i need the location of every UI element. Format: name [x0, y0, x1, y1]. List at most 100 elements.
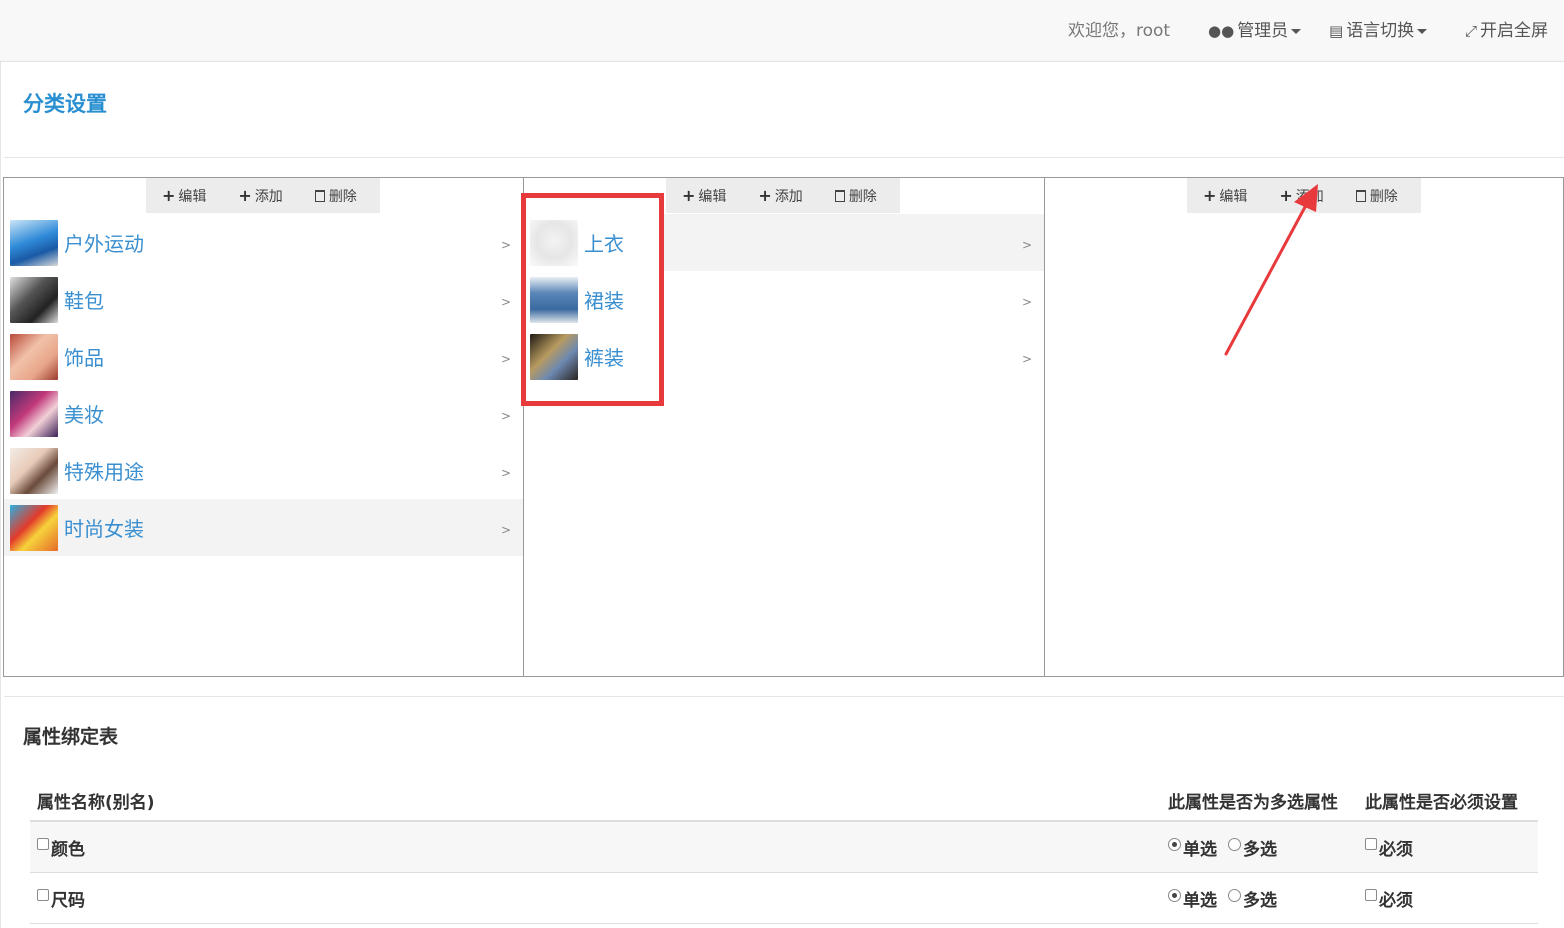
category-label: 上衣 — [584, 232, 624, 256]
chevron-right-icon: > — [500, 409, 511, 423]
attr-name-cell[interactable]: 颜色 — [37, 835, 85, 860]
panel-toolbar: + 编辑 + 添加 删除 — [1187, 178, 1421, 213]
plus-icon: + — [238, 186, 252, 205]
page-title: 分类设置 — [23, 92, 107, 116]
multi-label: 多选 — [1243, 840, 1277, 860]
category-label: 裙装 — [584, 289, 624, 313]
header-multi-select: 此属性是否为多选属性 — [1168, 793, 1338, 813]
category-label: 美妆 — [64, 403, 104, 427]
attr-name-cell[interactable]: 尺码 — [37, 886, 85, 911]
category-label: 时尚女装 — [64, 517, 144, 541]
fullscreen-label: 开启全屏 — [1480, 21, 1549, 41]
add-label: 添加 — [1295, 188, 1324, 205]
divider — [4, 696, 1564, 697]
multi-option[interactable]: 多选 — [1228, 835, 1277, 860]
multi-radio[interactable] — [1228, 889, 1241, 902]
admin-menu[interactable]: ●● 管理员 — [1208, 18, 1302, 44]
multi-radio[interactable] — [1228, 838, 1241, 851]
add-button[interactable]: + 添加 — [222, 186, 282, 206]
single-option[interactable]: 单选 — [1168, 835, 1217, 860]
trash-icon — [314, 189, 325, 202]
category-thumbnail — [530, 333, 578, 380]
category-panel-level3: + 编辑 + 添加 删除 — [1044, 177, 1564, 677]
category-item[interactable]: 裙装 > — [524, 271, 1044, 328]
category-label: 鞋包 — [64, 289, 104, 313]
expand-icon: ⤢ — [1465, 22, 1478, 40]
delete-button[interactable]: 删除 — [1340, 186, 1398, 206]
category-label: 特殊用途 — [64, 460, 144, 484]
category-item-selected[interactable]: 上衣 > — [524, 214, 1044, 271]
category-label: 裤装 — [584, 346, 624, 370]
book-icon: ▤ — [1329, 22, 1344, 40]
delete-label: 删除 — [848, 188, 877, 205]
chevron-right-icon: > — [500, 523, 511, 537]
category-label: 户外运动 — [64, 232, 144, 256]
attr-checkbox[interactable] — [37, 889, 49, 901]
required-checkbox[interactable] — [1365, 889, 1377, 901]
plus-icon: + — [162, 186, 176, 205]
category-item[interactable]: 裤装 > — [524, 328, 1044, 385]
category-thumbnail — [10, 219, 58, 266]
chevron-right-icon: > — [500, 238, 511, 252]
users-icon: ●● — [1208, 22, 1235, 40]
attr-table: 属性名称(别名) 此属性是否为多选属性 此属性是否必须设置 颜色 单选 多选 必… — [30, 776, 1538, 924]
header-required: 此属性是否必须设置 — [1365, 793, 1518, 813]
fullscreen-button[interactable]: ⤢ 开启全屏 — [1465, 18, 1548, 44]
edit-label: 编辑 — [1219, 188, 1248, 205]
category-list: 上衣 > 裙装 > 裤装 > — [524, 214, 1044, 385]
edit-label: 编辑 — [178, 188, 207, 205]
required-checkbox[interactable] — [1365, 838, 1377, 850]
attr-name: 颜色 — [51, 840, 85, 860]
category-thumbnail — [10, 504, 58, 551]
required-option[interactable]: 必须 — [1365, 886, 1413, 911]
category-label: 饰品 — [64, 346, 104, 370]
delete-label: 删除 — [328, 188, 357, 205]
trash-icon — [1355, 189, 1366, 202]
add-button[interactable]: + 添加 — [1263, 186, 1323, 206]
required-option[interactable]: 必须 — [1365, 835, 1413, 860]
chevron-right-icon: > — [1021, 295, 1032, 309]
multi-option[interactable]: 多选 — [1228, 886, 1277, 911]
category-panel-level1: + 编辑 + 添加 删除 户外运动 > 鞋包 > 饰品 > 美妆 > 特殊用途 > — [3, 177, 524, 677]
divider — [4, 157, 1564, 158]
category-item-selected[interactable]: 时尚女装 > — [4, 499, 523, 556]
category-item[interactable]: 户外运动 > — [4, 214, 523, 271]
add-button[interactable]: + 添加 — [742, 186, 802, 206]
category-thumbnail — [530, 276, 578, 323]
multi-label: 多选 — [1243, 891, 1277, 911]
category-panel-level2: + 编辑 + 添加 删除 上衣 > 裙装 > 裤装 > — [523, 177, 1045, 677]
category-item[interactable]: 鞋包 > — [4, 271, 523, 328]
delete-button[interactable]: 删除 — [819, 186, 877, 206]
add-label: 添加 — [774, 188, 803, 205]
category-list: 户外运动 > 鞋包 > 饰品 > 美妆 > 特殊用途 > 时尚女装 > — [4, 214, 523, 556]
single-radio[interactable] — [1168, 889, 1181, 902]
required-label: 必须 — [1379, 840, 1413, 860]
category-item[interactable]: 饰品 > — [4, 328, 523, 385]
chevron-right-icon: > — [500, 295, 511, 309]
single-radio[interactable] — [1168, 838, 1181, 851]
panel-toolbar: + 编辑 + 添加 删除 — [666, 178, 900, 213]
welcome-text: 欢迎您，root — [1068, 21, 1171, 41]
edit-button[interactable]: + 编辑 — [666, 186, 726, 206]
delete-button[interactable]: 删除 — [299, 186, 357, 206]
admin-label: 管理员 — [1237, 21, 1289, 41]
language-label: 语言切换 — [1346, 21, 1415, 41]
trash-icon — [834, 189, 845, 202]
add-label: 添加 — [254, 188, 283, 205]
category-thumbnail — [10, 276, 58, 323]
plus-icon: + — [682, 186, 696, 205]
attr-section-title: 属性绑定表 — [23, 726, 119, 748]
edit-button[interactable]: + 编辑 — [1187, 186, 1247, 206]
category-item[interactable]: 特殊用途 > — [4, 442, 523, 499]
attr-checkbox[interactable] — [37, 838, 49, 850]
category-thumbnail — [10, 390, 58, 437]
table-header: 属性名称(别名) 此属性是否为多选属性 此属性是否必须设置 — [30, 776, 1538, 822]
caret-down-icon — [1291, 28, 1302, 34]
attr-name: 尺码 — [51, 891, 85, 911]
language-menu[interactable]: ▤ 语言切换 — [1329, 18, 1428, 44]
single-option[interactable]: 单选 — [1168, 886, 1217, 911]
caret-down-icon — [1417, 28, 1428, 34]
edit-button[interactable]: + 编辑 — [146, 186, 206, 206]
edit-label: 编辑 — [698, 188, 727, 205]
category-item[interactable]: 美妆 > — [4, 385, 523, 442]
